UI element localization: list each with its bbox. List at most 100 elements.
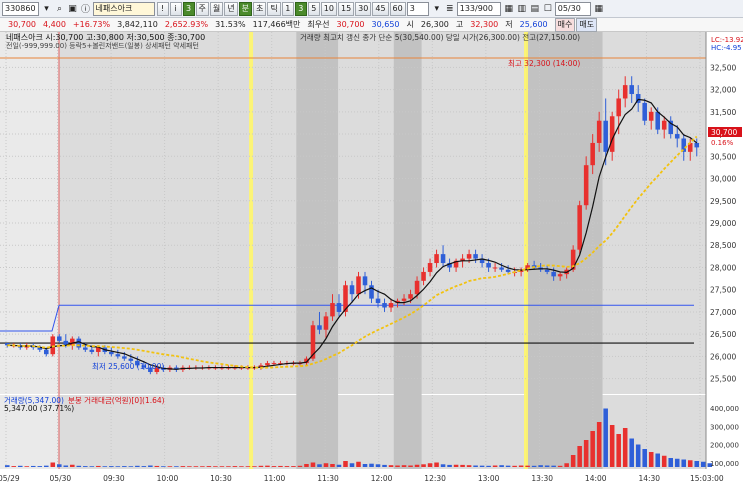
volume-bar bbox=[388, 465, 394, 467]
volume-bar bbox=[89, 466, 95, 467]
count-field[interactable]: 133/900 bbox=[456, 1, 501, 16]
stock-code-input[interactable]: 330860 bbox=[2, 1, 39, 16]
volume-bar bbox=[115, 466, 121, 467]
second-button[interactable]: 초 bbox=[253, 1, 267, 16]
candle-body bbox=[648, 111, 654, 121]
hc-label: HC:-4.95 bbox=[711, 44, 742, 52]
period-day-button[interactable]: 주 bbox=[195, 1, 209, 16]
calendar-icon[interactable]: ▦ bbox=[593, 2, 605, 16]
candle-body bbox=[427, 263, 433, 272]
candle-body bbox=[115, 354, 121, 357]
info-icon[interactable]: ⓘ bbox=[80, 2, 92, 16]
volume-bar bbox=[577, 446, 582, 467]
period-year-button[interactable]: 년 bbox=[224, 1, 238, 16]
volume-bar bbox=[271, 466, 277, 467]
volume-bar bbox=[655, 453, 660, 467]
volume-tick-label: 300,000 bbox=[710, 423, 739, 431]
price-tag-pct: 0.16% bbox=[711, 139, 734, 147]
volume-bar bbox=[102, 466, 108, 467]
x-tick-label: 12:00 bbox=[371, 474, 393, 483]
date-field[interactable]: 05/30 bbox=[554, 1, 591, 16]
interval-3[interactable]: 3 bbox=[294, 1, 307, 16]
volume-bar bbox=[278, 465, 283, 467]
session-shade bbox=[526, 32, 603, 469]
interval-60[interactable]: 60 bbox=[389, 1, 406, 16]
minute-button[interactable]: 분 bbox=[238, 1, 253, 16]
volume-bar bbox=[551, 465, 556, 467]
candle-body bbox=[655, 111, 660, 130]
candle-body bbox=[330, 303, 335, 317]
turnover-value: 2,652.93% bbox=[164, 20, 209, 29]
dropdown-icon[interactable]: ▾ bbox=[431, 2, 443, 16]
volume-tick-label: 200,000 bbox=[710, 442, 739, 450]
bars-icon[interactable]: ▥ bbox=[516, 2, 528, 16]
alert-button[interactable]: ! bbox=[156, 1, 169, 16]
bid-price: 30,650 bbox=[371, 20, 400, 29]
candle-body bbox=[596, 120, 602, 143]
search-icon[interactable]: ⌕ bbox=[54, 2, 66, 16]
info-button[interactable]: i bbox=[169, 1, 182, 16]
high-price: 32,300 bbox=[470, 20, 499, 29]
list-icon[interactable]: ≣ bbox=[444, 2, 456, 16]
volume-bar bbox=[63, 465, 69, 467]
candle-body bbox=[629, 85, 634, 95]
candle-body bbox=[609, 116, 615, 152]
stock-name-field[interactable]: 네패스아크 bbox=[92, 1, 155, 16]
candle-body bbox=[551, 271, 556, 277]
interval-select[interactable]: 3 bbox=[406, 1, 429, 16]
volume-bar bbox=[330, 464, 335, 467]
x-tick-label: 05/29 bbox=[0, 474, 20, 483]
candle-body bbox=[616, 98, 621, 117]
candle-body bbox=[661, 120, 667, 130]
candle-body bbox=[349, 285, 355, 295]
low-price: 25,600 bbox=[519, 20, 548, 29]
volume-bar bbox=[512, 465, 517, 467]
interval-45[interactable]: 45 bbox=[372, 1, 389, 16]
y-tick-label: 27,000 bbox=[710, 308, 736, 317]
volume-bar bbox=[141, 466, 147, 467]
candle-body bbox=[128, 358, 134, 361]
volume-bar bbox=[596, 422, 602, 467]
volume-bar bbox=[414, 464, 420, 467]
volume-bar bbox=[317, 464, 322, 467]
volume-bar bbox=[252, 466, 257, 467]
lock-icon[interactable]: ▣ bbox=[67, 2, 79, 16]
volume-bar bbox=[180, 466, 186, 467]
x-tick-label: 11:00 bbox=[264, 474, 286, 483]
grid-icon[interactable]: ▤ bbox=[529, 2, 541, 16]
volume-bar bbox=[479, 465, 485, 467]
interval-10[interactable]: 10 bbox=[320, 1, 337, 16]
interval-5[interactable]: 5 bbox=[307, 1, 320, 16]
interval-15[interactable]: 15 bbox=[337, 1, 355, 16]
volume-bar bbox=[661, 455, 667, 467]
candle-body bbox=[408, 294, 413, 299]
candle-body bbox=[603, 120, 608, 152]
candle-body bbox=[577, 205, 582, 250]
volume-bar bbox=[297, 465, 303, 467]
volume-bar bbox=[453, 464, 459, 467]
volume-bar bbox=[343, 461, 348, 467]
x-tick-label: 10:00 bbox=[157, 474, 179, 483]
interval-30[interactable]: 30 bbox=[355, 1, 372, 16]
ruler-icon[interactable]: ▦ bbox=[503, 2, 515, 16]
period-month-button[interactable]: 월 bbox=[209, 1, 224, 16]
mode-button[interactable]: 3 bbox=[182, 1, 195, 16]
interval-1[interactable]: 1 bbox=[281, 1, 294, 16]
candlestick-chart[interactable]: 32,50032,00031,50031,00030,50030,00029,5… bbox=[0, 32, 743, 484]
volume-bar bbox=[356, 461, 361, 467]
change-rate: +16.73% bbox=[72, 20, 111, 29]
y-tick-label: 30,500 bbox=[710, 152, 736, 161]
amount-value: 117,466백만 bbox=[252, 20, 301, 29]
checkbox-icon[interactable]: ☐ bbox=[542, 2, 554, 16]
x-tick-label: 10:30 bbox=[210, 474, 232, 483]
volume-bar bbox=[167, 466, 173, 467]
dropdown-icon[interactable]: ▾ bbox=[41, 2, 53, 16]
volume-bar bbox=[395, 465, 400, 467]
session-shade bbox=[296, 32, 339, 469]
sell-button[interactable]: 매도 bbox=[576, 17, 598, 32]
tick-button[interactable]: 틱 bbox=[267, 1, 281, 16]
best-quote-label: 최우선 bbox=[307, 20, 330, 29]
candle-body bbox=[382, 303, 387, 308]
buy-button[interactable]: 매수 bbox=[554, 17, 576, 32]
volume-bar bbox=[174, 466, 179, 467]
